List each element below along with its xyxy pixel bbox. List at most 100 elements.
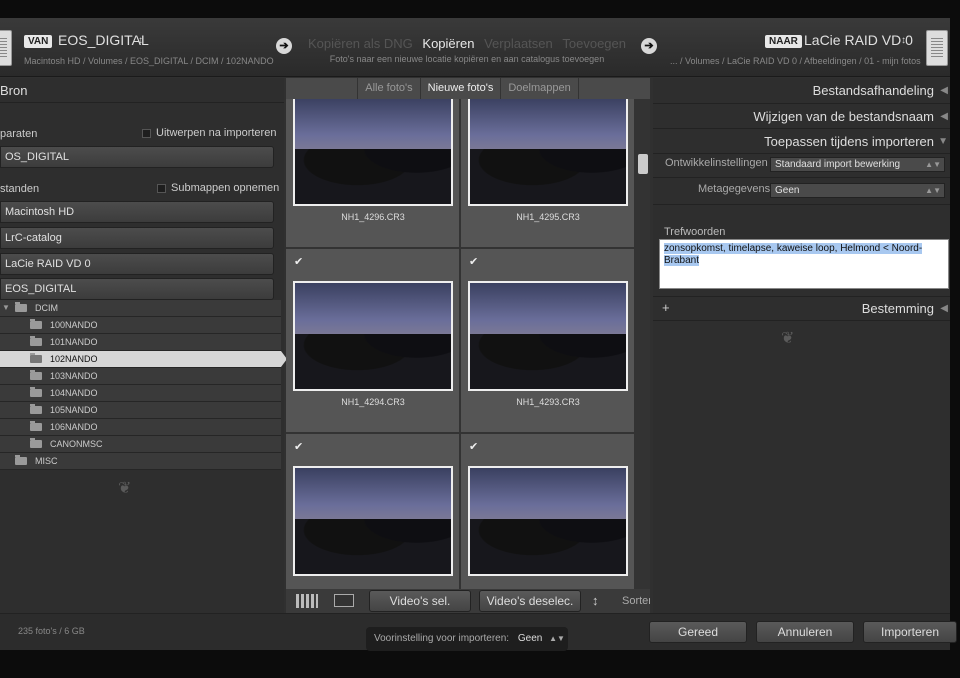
import-preset-selector[interactable]: Voorinstelling voor importeren: Geen ▲▼ [366,627,568,651]
section-destination[interactable]: Bestemming [862,301,934,316]
photo-thumbnail[interactable] [293,466,453,576]
tree-item-106nando[interactable]: 106NANDO [0,419,281,436]
develop-settings-select[interactable]: Standaard import bewerking ▲▼ [770,157,945,172]
subfolders-checkbox[interactable] [157,184,166,193]
volume-eos-digital[interactable]: EOS_DIGITAL [0,278,274,300]
tab-destination-folders[interactable]: Doelmappen [500,78,579,99]
folder-icon [30,353,42,363]
mode-copy-as-dng[interactable]: Kopiëren als DNG [308,36,413,51]
sort-label[interactable]: Sorter [622,595,650,607]
add-destination-icon[interactable]: + [662,300,670,315]
volume-lrc-catalog[interactable]: LrC-catalog [0,227,274,249]
check-icon[interactable]: ✔ [294,255,303,268]
grid-scrollbar[interactable] [636,99,650,589]
check-icon[interactable]: ✔ [469,255,478,268]
folder-icon [15,455,27,465]
tree-item-100nando[interactable]: 100NANDO [0,317,281,334]
section-file-handling[interactable]: Bestandsafhandeling [813,83,934,98]
collapse-left-icon[interactable]: ◀ [940,111,948,122]
tree-item-102nando[interactable]: 102NANDO [0,351,287,368]
tab-new-photos[interactable]: Nieuwe foto's [419,78,501,99]
keywords-field[interactable]: zonsopkomst, timelapse, kaweise loop, He… [659,239,949,289]
metadata-select[interactable]: Geen ▲▼ [770,183,945,198]
grid-view-icon[interactable] [296,594,318,608]
import-mode-selector: Kopiëren als DNG Kopiëren Verplaatsen To… [300,36,634,51]
app-window: VAN EOS_DIGITAL ↕ Macintosh HD / Volumes… [0,0,960,678]
metadata-label: Metagegevens [698,183,771,195]
volume-lacie-raid[interactable]: LaCie RAID VD 0 [0,253,274,275]
photo-filename: NH1_4296.CR3 [341,212,405,222]
photo-thumbnail[interactable] [293,99,453,206]
destination-badge: NAAR [765,35,802,48]
tree-item-label: 100NANDO [50,320,98,330]
tree-item-label: 103NANDO [50,371,98,381]
import-preset-label: Voorinstelling voor importeren: [374,633,510,644]
mode-move[interactable]: Verplaatsen [484,36,553,51]
photo-thumbnail[interactable] [468,281,628,391]
photo-cell[interactable]: ✔ NH1_4294.CR3 [286,249,460,433]
tree-item-misc[interactable]: MISC [0,453,281,470]
photo-thumbnail[interactable] [293,281,453,391]
source-badge: VAN [24,35,53,48]
destination-name[interactable]: LaCie RAID VD 0 [804,32,913,48]
tree-item-101nando[interactable]: 101NANDO [0,334,281,351]
tree-item-label: 106NANDO [50,422,98,432]
source-name[interactable]: EOS_DIGITAL [58,32,149,48]
select-videos-button[interactable]: Video's sel. [369,590,471,612]
done-button[interactable]: Gereed [649,621,747,643]
photo-cell[interactable]: ✔ NH1_4296.CR3 [286,99,460,248]
expand-down-icon[interactable]: ▼ [938,136,948,147]
cancel-button[interactable]: Annuleren [756,621,854,643]
tree-item-label: 105NANDO [50,405,98,415]
sort-icon[interactable]: ↕ [592,593,599,608]
section-file-rename[interactable]: Wijzigen van de bestandsnaam [753,109,934,124]
deselect-videos-button[interactable]: Video's deselec. [479,590,581,612]
scrollbar-thumb[interactable] [638,154,648,174]
loupe-view-icon[interactable] [334,594,354,607]
photo-thumbnail[interactable] [468,99,628,206]
import-header: VAN EOS_DIGITAL ↕ Macintosh HD / Volumes… [0,18,950,77]
photo-thumbnail[interactable] [468,466,628,576]
photo-grid-area: Alle foto'sNieuwe foto'sDoelmappen ✔ NH1… [286,78,650,613]
grid-toolbar: Video's sel. Video's deselec. ↕ Sorter [286,589,650,613]
metadata-value: Geen [775,185,800,196]
photo-filename: NH1_4294.CR3 [341,397,405,407]
folder-icon [30,370,42,380]
destination-drive-icon[interactable] [926,30,948,66]
source-chevron-icon[interactable]: ↕ [138,35,143,46]
tree-item-label: MISC [35,456,58,466]
photo-cell[interactable]: ✔ NH1_4295.CR3 [461,99,635,248]
tab-all-photos[interactable]: Alle foto's [357,78,419,99]
tree-item-canonmsc[interactable]: CANONMSC [0,436,281,453]
tree-item-103nando[interactable]: 103NANDO [0,368,281,385]
collapse-left-icon[interactable]: ◀ [940,85,948,96]
photo-count: 235 foto's / 6 GB [18,626,85,636]
photo-cell[interactable]: ✔ [286,434,460,589]
mode-copy[interactable]: Kopiëren [422,36,474,51]
device-button[interactable]: OS_DIGITAL [0,146,274,168]
source-panel: Bron paraten Uitwerpen na importeren OS_… [0,78,287,613]
folder-icon [30,438,42,448]
check-icon[interactable]: ✔ [469,440,478,453]
tree-item-104nando[interactable]: 104NANDO [0,385,281,402]
grid-tabs: Alle foto's Nieuwe foto's Doelmappen [286,78,650,99]
source-panel-title[interactable]: Bron [0,83,27,98]
chevron-updown-icon: ▲▼ [549,634,565,643]
eject-checkbox[interactable] [142,129,151,138]
import-button[interactable]: Importeren [863,621,957,643]
volume-macintosh-hd[interactable]: Macintosh HD [0,201,274,223]
mode-add[interactable]: Toevoegen [562,36,626,51]
tree-item-105nando[interactable]: 105NANDO [0,402,281,419]
folder-icon [15,302,27,312]
photo-cell[interactable]: ✔ [461,434,635,589]
keywords-value: zonsopkomst, timelapse, kaweise loop, He… [664,243,923,266]
source-drive-icon[interactable] [0,30,12,66]
collapse-left-icon[interactable]: ◀ [940,303,948,314]
tree-item-dcim[interactable]: ▼ DCIM [0,300,281,317]
photo-cell[interactable]: ✔ NH1_4293.CR3 [461,249,635,433]
source-path: Macintosh HD / Volumes / EOS_DIGITAL / D… [24,56,274,66]
check-icon[interactable]: ✔ [294,440,303,453]
section-apply-during-import[interactable]: Toepassen tijdens importeren [764,134,934,149]
folder-icon [30,421,42,431]
destination-chevron-icon[interactable]: ↕ [901,35,906,46]
